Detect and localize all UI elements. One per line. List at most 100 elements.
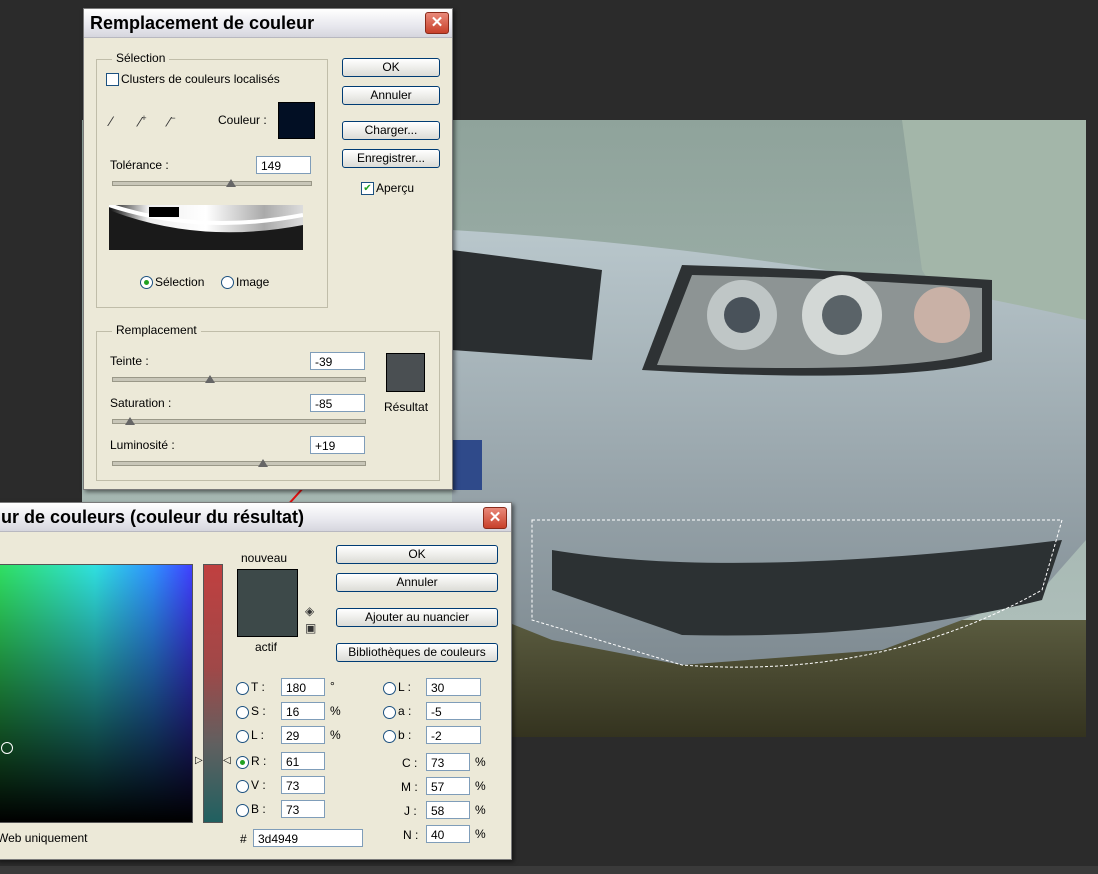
eyedropper-icon[interactable]: ⁄ [110,113,112,129]
lab-b-label: b : [398,728,412,742]
color-libraries-button[interactable]: Bibliothèques de couleurs [336,643,498,662]
hue-input[interactable]: -39 [310,352,365,370]
cyan-unit: % [475,755,486,769]
picker-cancel-button[interactable]: Annuler [336,573,498,592]
green-channel-input[interactable]: 73 [281,776,325,794]
tolerance-label: Tolérance : [110,158,169,172]
black-label: N : [403,828,419,842]
ok-button[interactable]: OK [342,58,440,77]
selection-preview-mask [109,205,303,250]
localized-clusters-label: Clusters de couleurs localisés [121,72,280,86]
new-color-label: nouveau [241,551,288,565]
magenta-input[interactable]: 57 [426,777,470,795]
hue-strip-marker-right[interactable]: ◁ [223,755,231,766]
localized-clusters-checkbox[interactable] [106,73,119,86]
yellow-input[interactable]: 58 [426,801,470,819]
view-image-label: Image [236,275,270,289]
yellow-unit: % [475,803,486,817]
brightness-channel-label: L : [251,728,264,742]
magenta-unit: % [475,779,486,793]
replacement-legend: Remplacement [112,323,201,337]
saturation-slider-track[interactable] [112,419,366,424]
saturation-radio[interactable] [236,706,249,719]
lab-b-radio[interactable] [383,730,396,743]
color-field[interactable] [0,564,193,823]
picker-titlebar[interactable]: ur de couleurs (couleur du résultat) ✕ [0,503,511,532]
hue-channel-input[interactable]: 180 [281,678,325,696]
preview-label: Aperçu [376,181,415,195]
green-channel-label: V : [251,778,266,792]
lab-l-input[interactable]: 30 [426,678,481,696]
dialog-titlebar[interactable]: Remplacement de couleur ✕ [84,9,452,38]
saturation-label: Saturation : [110,396,172,410]
load-button[interactable]: Charger... [342,121,440,140]
lightness-slider-track[interactable] [112,461,366,466]
cancel-button[interactable]: Annuler [342,86,440,105]
hue-slider-track[interactable] [112,377,366,382]
yellow-label: J : [404,804,417,818]
view-selection-label: Sélection [155,275,205,289]
color-picker-dialog: ur de couleurs (couleur du résultat) ✕ ▷… [0,502,512,860]
lightness-slider-thumb[interactable] [258,459,269,467]
lab-b-input[interactable]: -2 [426,726,481,744]
saturation-channel-input[interactable]: 16 [281,702,325,720]
preview-checkbox[interactable]: ✔ [361,182,374,195]
new-color-swatch [237,569,298,637]
close-icon[interactable]: ✕ [483,507,507,529]
selection-legend: Sélection [112,51,170,65]
blue-channel-label: B : [251,802,266,816]
red-radio[interactable] [236,756,249,769]
result-label: Résultat [384,400,429,414]
lightness-label: Luminosité : [110,438,175,452]
add-to-swatches-button[interactable]: Ajouter au nuancier [336,608,498,627]
web-color-icon[interactable]: ▣ [305,621,316,635]
saturation-input[interactable]: -85 [310,394,365,412]
hue-radio[interactable] [236,682,249,695]
saturation-slider-thumb[interactable] [124,417,135,425]
lab-a-label: a : [398,704,412,718]
eyedropper-minus-icon[interactable]: ⁄− [168,113,176,130]
dialog-title: Remplacement de couleur [90,13,315,33]
brightness-radio[interactable] [236,730,249,743]
picker-ok-button[interactable]: OK [336,545,498,564]
hue-strip[interactable] [203,564,223,823]
color-label: Couleur : [218,113,267,127]
tolerance-slider-thumb[interactable] [225,179,236,187]
cyan-input[interactable]: 73 [426,753,470,771]
close-icon[interactable]: ✕ [425,12,449,34]
gamut-cube-icon[interactable]: ◈ [305,604,314,618]
eyedropper-plus-icon[interactable]: ⁄+ [139,113,147,130]
brightness-channel-unit: % [330,728,341,742]
black-input[interactable]: 40 [426,825,470,843]
red-channel-label: R : [251,754,267,768]
lightness-input[interactable]: +19 [310,436,365,454]
hue-channel-label: T : [251,680,265,694]
view-selection-radio[interactable] [140,276,153,289]
saturation-channel-unit: % [330,704,341,718]
color-field-cursor[interactable] [1,742,13,754]
blue-radio[interactable] [236,804,249,817]
green-radio[interactable] [236,780,249,793]
brightness-channel-input[interactable]: 29 [281,726,325,744]
tolerance-slider-track[interactable] [112,181,312,186]
save-button[interactable]: Enregistrer... [342,149,440,168]
saturation-channel-label: S : [251,704,266,718]
web-only-label: Web uniquement [0,831,88,845]
lab-a-input[interactable]: -5 [426,702,481,720]
result-color-swatch[interactable] [386,353,425,392]
hue-label: Teinte : [110,354,149,368]
color-replacement-dialog: Remplacement de couleur ✕ Sélection Clus… [83,8,453,490]
lab-l-label: L : [398,680,411,694]
view-image-radio[interactable] [221,276,234,289]
selection-color-swatch[interactable] [278,102,315,139]
tolerance-input[interactable]: 149 [256,156,311,174]
hex-label: # [240,832,247,846]
hex-input[interactable]: 3d4949 [253,829,363,847]
hue-slider-thumb[interactable] [205,375,216,383]
lab-a-radio[interactable] [383,706,396,719]
lab-l-radio[interactable] [383,682,396,695]
black-unit: % [475,827,486,841]
red-channel-input[interactable]: 61 [281,752,325,770]
hue-strip-marker-left[interactable]: ▷ [195,755,203,766]
blue-channel-input[interactable]: 73 [281,800,325,818]
